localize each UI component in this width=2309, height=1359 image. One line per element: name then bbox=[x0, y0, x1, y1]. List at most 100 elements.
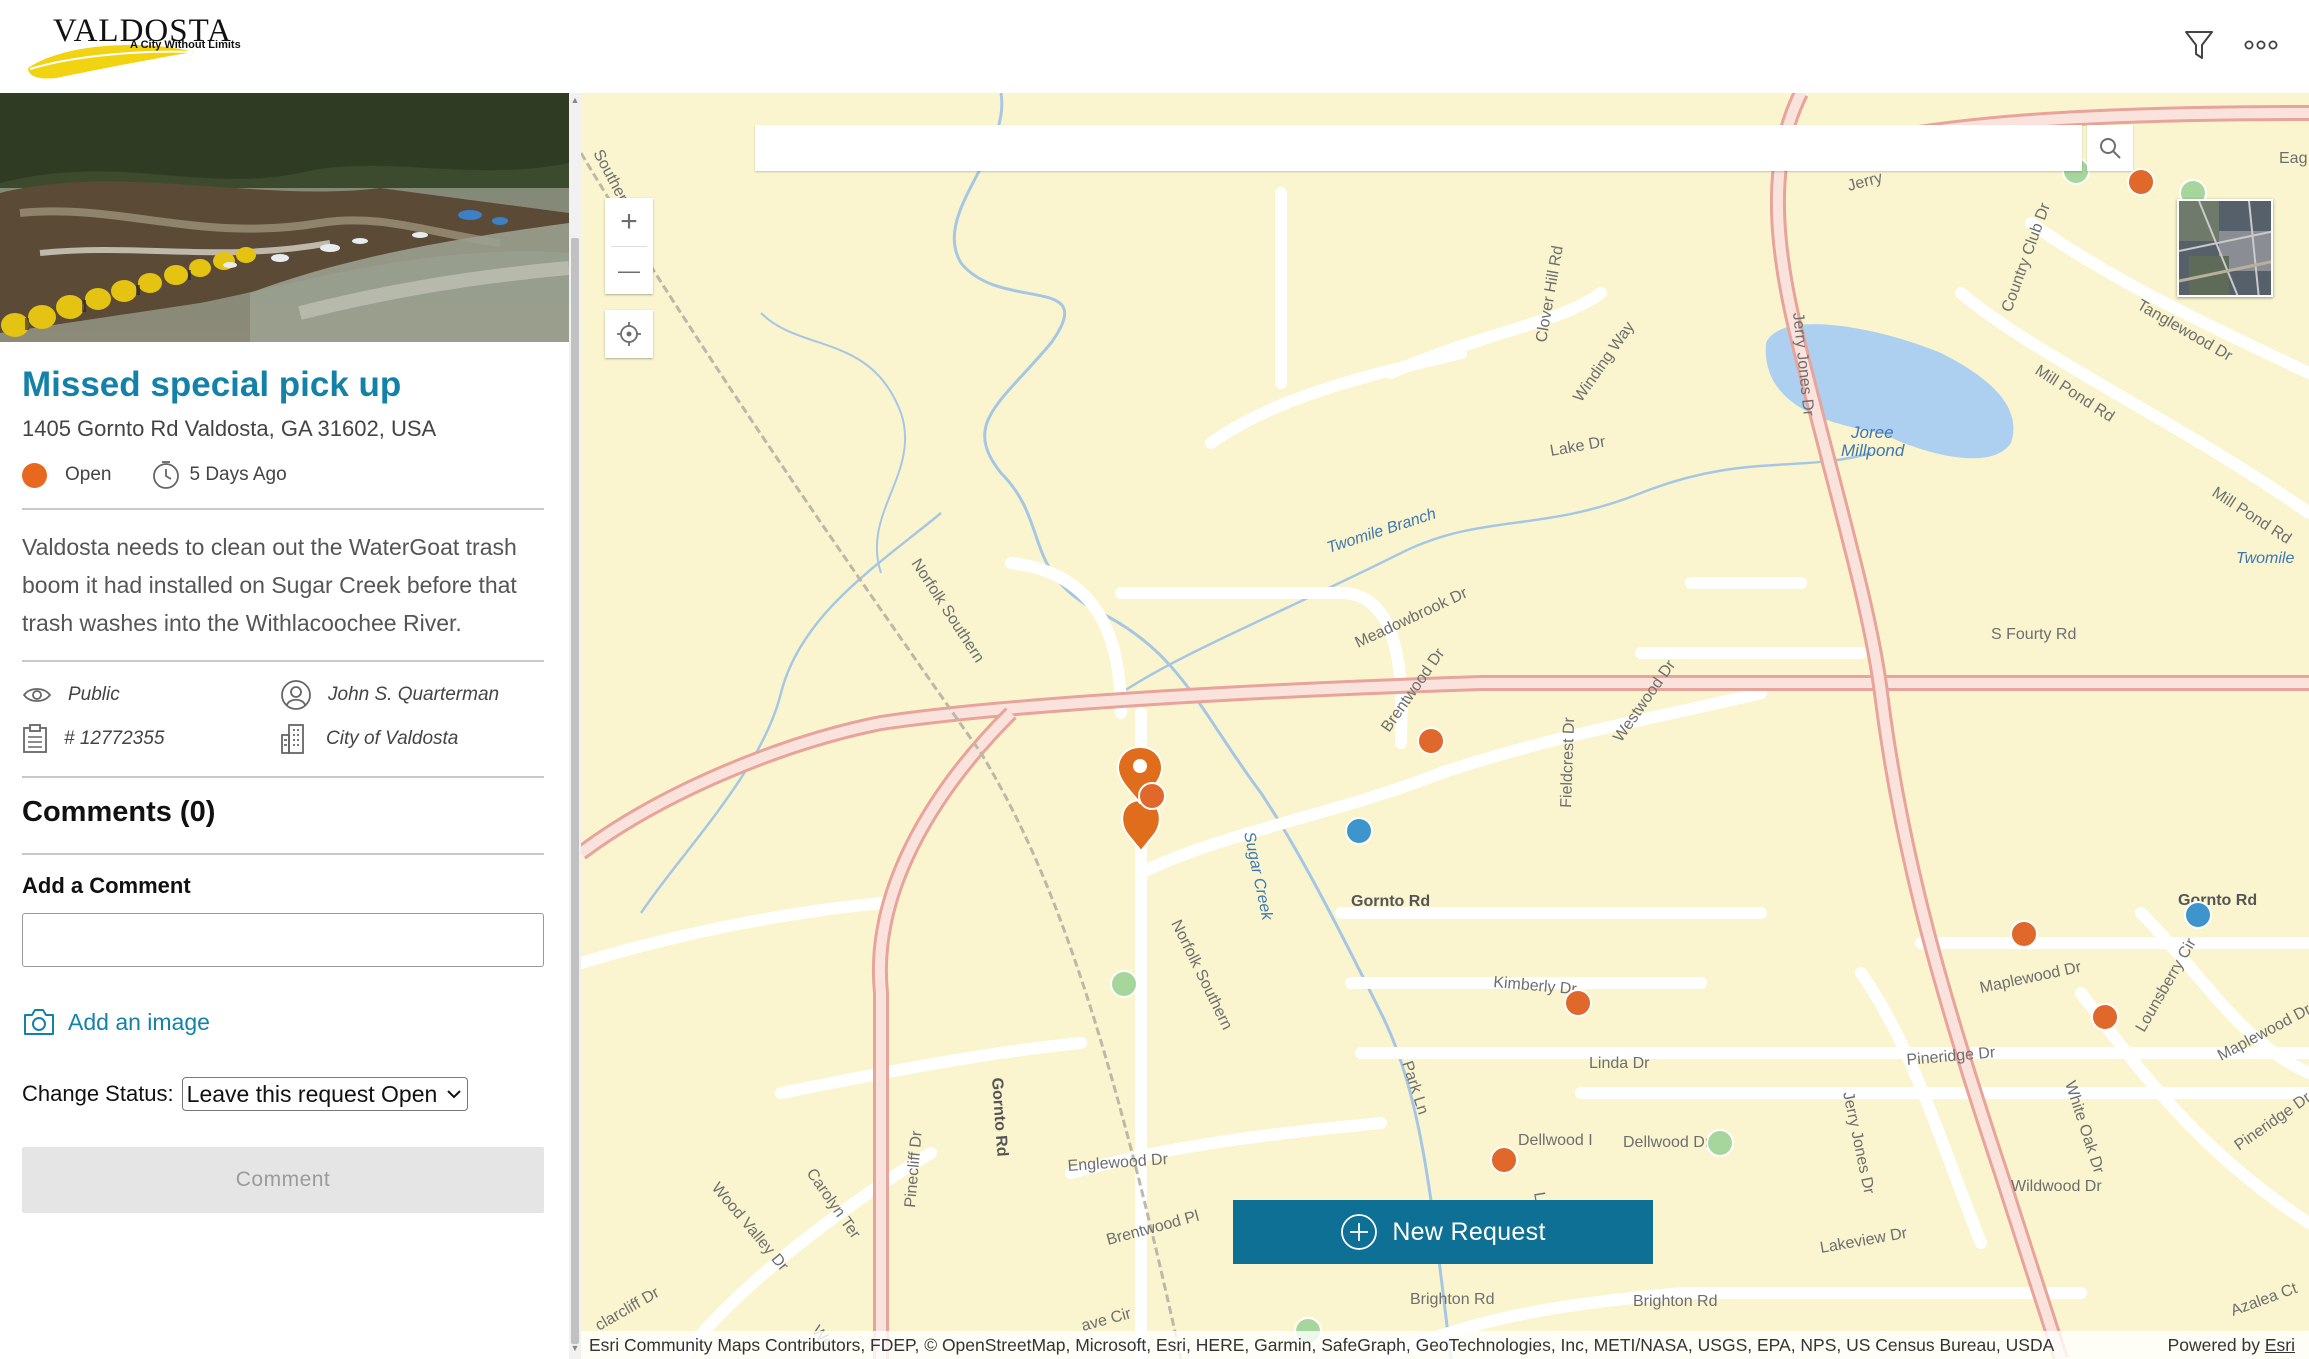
change-status-row: Change Status: Leave this request Open bbox=[22, 1077, 544, 1111]
open-request-marker bbox=[1490, 1146, 1518, 1174]
powered-by-label: Powered by bbox=[2167, 1334, 2260, 1355]
map-label: Norfolk Southern bbox=[908, 556, 988, 666]
map-label: Twomile bbox=[2236, 550, 2294, 567]
map-label: Norfolk Southern bbox=[1167, 917, 1235, 1032]
attribution-text: Esri Community Maps Contributors, FDEP, … bbox=[589, 1334, 2055, 1355]
esri-link[interactable]: Esri bbox=[2265, 1335, 2295, 1355]
request-age: 5 Days Ago bbox=[189, 464, 287, 485]
map-label: Linda Dr bbox=[1589, 1055, 1650, 1072]
open-request-marker bbox=[2010, 920, 2038, 948]
visibility-item: Public bbox=[22, 680, 280, 710]
clipboard-icon bbox=[23, 724, 47, 753]
divider bbox=[22, 853, 544, 855]
request-description: Valdosta needs to clean out the WaterGoa… bbox=[22, 534, 517, 636]
department-name: City of Valdosta bbox=[326, 728, 459, 749]
map-label: Fieldcrest Dr bbox=[1558, 716, 1578, 808]
new-request-button[interactable]: New Request bbox=[1233, 1200, 1653, 1264]
map-label: Westwood Dr bbox=[1610, 657, 1679, 746]
map-label: Dellwood I bbox=[1518, 1132, 1593, 1149]
more-horizontal-icon[interactable] bbox=[2241, 25, 2281, 65]
map-label: Wood Valley Dr bbox=[708, 1180, 792, 1275]
status-select-value: Leave this request Open bbox=[186, 1080, 438, 1107]
closed-request-marker bbox=[1110, 970, 1138, 998]
comment-submit-button[interactable]: Comment bbox=[22, 1147, 544, 1213]
in-progress-request-marker bbox=[2184, 901, 2212, 929]
map-label: Meadowbrook Dr bbox=[1353, 584, 1471, 651]
map-label: Joree bbox=[1850, 423, 1894, 442]
map-label: Eag bbox=[2279, 150, 2307, 167]
divider bbox=[22, 508, 544, 510]
status-indicator-icon bbox=[22, 462, 47, 488]
map-label: Gornto Rd bbox=[1351, 893, 1430, 910]
chevron-down-icon bbox=[447, 1090, 461, 1099]
map-attribution: Esri Community Maps Contributors, FDEP, … bbox=[581, 1331, 2309, 1359]
in-progress-request-marker bbox=[1345, 817, 1373, 845]
status-row: Open 5 Days Ago bbox=[22, 460, 544, 490]
map-label: Jerry bbox=[1846, 169, 1885, 195]
request-metadata: Public John S. Quarterman # 12772355 Cit… bbox=[22, 680, 544, 754]
change-status-label: Change Status: bbox=[22, 1081, 174, 1106]
scroll-thumb[interactable] bbox=[571, 238, 579, 1344]
add-image-label: Add an image bbox=[68, 1008, 210, 1035]
open-request-marker bbox=[2127, 168, 2155, 196]
selected-request-pin-icon[interactable] bbox=[1116, 745, 1170, 817]
locate-button[interactable] bbox=[605, 310, 653, 358]
add-comment-label: Add a Comment bbox=[22, 873, 191, 898]
app-header: VALDOSTA A City Without Limits bbox=[0, 0, 2309, 93]
comment-input[interactable] bbox=[22, 913, 544, 967]
map-label: Lake Dr bbox=[1549, 433, 1608, 460]
search-button[interactable] bbox=[2087, 125, 2133, 171]
status-label: Open bbox=[65, 464, 112, 485]
map-label: Dellwood Dr bbox=[1623, 1134, 1711, 1151]
panel-scrollbar[interactable]: ▲ ▼ bbox=[569, 93, 581, 1359]
request-number: # 12772355 bbox=[64, 728, 165, 749]
status-select[interactable]: Leave this request Open bbox=[181, 1077, 469, 1111]
map-label: Lakeview Dr bbox=[1819, 1225, 1909, 1257]
visibility-label: Public bbox=[68, 684, 120, 705]
open-request-marker bbox=[2091, 1003, 2119, 1031]
scroll-down-icon[interactable]: ▼ bbox=[569, 1343, 581, 1357]
scroll-up-icon[interactable]: ▲ bbox=[569, 95, 581, 109]
crosshair-icon bbox=[617, 322, 641, 346]
add-image-link[interactable]: Add an image bbox=[22, 1007, 544, 1037]
logo-tagline: A City Without Limits bbox=[130, 39, 241, 51]
basemap-toggle[interactable] bbox=[2177, 199, 2273, 297]
plus-circle-icon bbox=[1341, 1214, 1378, 1250]
eye-icon bbox=[22, 688, 52, 702]
request-detail-panel: Missed special pick up 1405 Gornto Rd Va… bbox=[0, 93, 569, 1359]
map-label: S Fourty Rd bbox=[1991, 626, 2076, 643]
map-label: Brighton Rd bbox=[1633, 1293, 1718, 1310]
camera-icon bbox=[24, 1009, 54, 1035]
map-label: clarcliff Dr bbox=[593, 1284, 663, 1334]
request-photo[interactable] bbox=[0, 93, 569, 342]
search-icon bbox=[2100, 138, 2121, 159]
map-label: Lounsberry Cir bbox=[2133, 935, 2201, 1035]
basemap: Southern Norfolk Southern Norfolk Southe… bbox=[581, 93, 2309, 1359]
map-label: Country Club Dr bbox=[1999, 200, 2054, 314]
request-address: 1405 Gornto Rd Valdosta, GA 31602, USA bbox=[22, 416, 437, 441]
map-label: Englewood Dr bbox=[1067, 1151, 1169, 1175]
valdosta-logo[interactable]: VALDOSTA A City Without Limits bbox=[26, 14, 242, 79]
powered-by: Powered by Esri bbox=[2168, 1335, 2295, 1356]
map-search-input[interactable] bbox=[755, 125, 2082, 171]
divider bbox=[22, 776, 544, 778]
filter-icon[interactable] bbox=[2179, 25, 2219, 65]
reporter-name: John S. Quarterman bbox=[328, 684, 500, 705]
divider bbox=[22, 660, 544, 662]
map-label: Clover Hill Rd bbox=[1533, 244, 1567, 343]
zoom-out-button[interactable]: — bbox=[605, 247, 653, 295]
satellite-thumbnail-icon bbox=[2179, 201, 2271, 295]
request-title: Missed special pick up bbox=[22, 365, 402, 404]
user-icon bbox=[281, 680, 311, 710]
map-label: Gornto Rd bbox=[988, 1077, 1010, 1157]
map-label: Winding Way bbox=[1570, 319, 1638, 405]
map-label: Brighton Rd bbox=[1410, 1291, 1495, 1308]
open-request-marker bbox=[1564, 989, 1592, 1017]
zoom-in-button[interactable]: + bbox=[605, 198, 653, 246]
map-label: Twomile Branch bbox=[1325, 506, 1438, 557]
zoom-controls: + — bbox=[605, 198, 653, 294]
map-label: Jerry Jones Dr bbox=[1839, 1090, 1877, 1196]
map-view[interactable]: Southern Norfolk Southern Norfolk Southe… bbox=[581, 93, 2309, 1359]
map-label: Pinecliff Dr bbox=[902, 1129, 926, 1208]
reporter-item: John S. Quarterman bbox=[280, 680, 544, 710]
